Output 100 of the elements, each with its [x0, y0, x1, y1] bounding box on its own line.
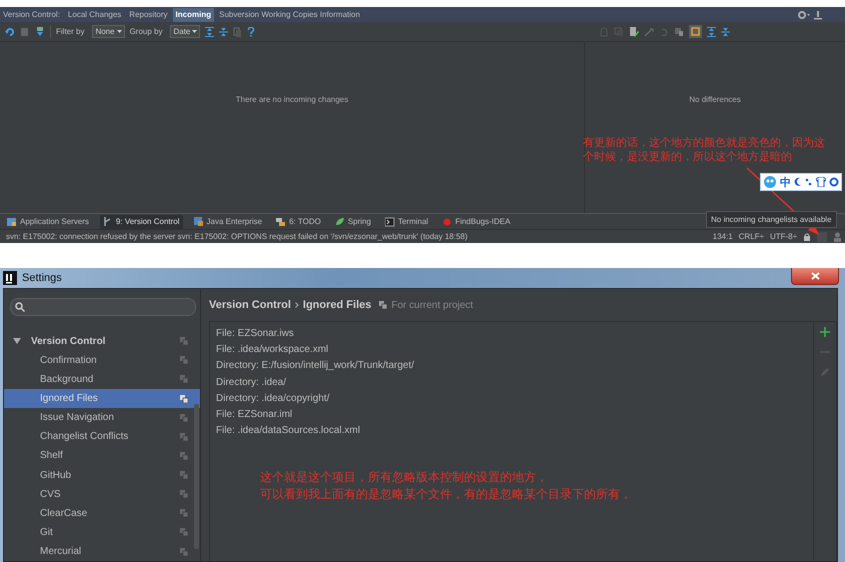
tooltip: No incoming changelists available: [706, 211, 837, 228]
panel-tab[interactable]: Subversion Working Copies Information: [216, 8, 363, 22]
tree-item[interactable]: Background: [4, 370, 200, 389]
status-item[interactable]: CRLF÷: [738, 232, 764, 241]
status-item[interactable]: 134:1: [712, 232, 733, 241]
minimize-icon[interactable]: [813, 10, 823, 20]
tree-item[interactable]: Version Control: [4, 332, 200, 351]
tool-window-tab[interactable]: 9: Version Control: [100, 214, 183, 228]
refresh-icon[interactable]: [5, 26, 15, 36]
arrow-icon[interactable]: [644, 26, 654, 36]
tree-item[interactable]: GitHub: [4, 465, 200, 485]
copy-icon: [180, 337, 188, 346]
copy-icon: [180, 509, 188, 518]
tool-window-tab[interactable]: Application Servers: [4, 214, 92, 228]
group-label: Group by: [130, 27, 162, 36]
tree-item[interactable]: ClearCase: [4, 504, 200, 523]
panel-tab[interactable]: Repository: [126, 8, 171, 22]
copy-icon: [180, 471, 188, 479]
copy-icon: [180, 375, 188, 384]
tree-item[interactable]: Confirmation: [4, 350, 200, 370]
add-icon[interactable]: [820, 327, 830, 337]
leaf-icon: [334, 216, 345, 226]
shirt-icon[interactable]: [816, 177, 826, 187]
tree-item[interactable]: CVS: [4, 484, 200, 504]
close-icon: [810, 272, 820, 280]
mascot-icon: [763, 175, 777, 189]
expand-all-icon[interactable]: [205, 26, 214, 36]
copy-icon[interactable]: [233, 26, 242, 36]
scope-label: For current project: [391, 300, 474, 310]
ignored-file-entry[interactable]: Directory: .idea/copyright/: [216, 390, 813, 407]
search-icon: [15, 302, 25, 312]
caret-icon: [192, 30, 198, 33]
ignored-file-entry[interactable]: Directory: .idea/: [216, 374, 813, 391]
breadcrumb: Ignored Files: [302, 299, 372, 311]
collapse-all-icon[interactable]: [721, 26, 730, 36]
terminal-icon: [384, 216, 395, 226]
tool-window-tab[interactable]: Spring: [332, 214, 374, 228]
tree-item[interactable]: Ignored Files: [4, 388, 200, 408]
tool-window-tab[interactable]: 6: TODO: [273, 214, 324, 228]
filter-dropdown[interactable]: None: [92, 25, 125, 38]
diff-icon[interactable]: [674, 26, 684, 36]
status-item[interactable]: UTF-8÷: [770, 232, 797, 241]
tree-item[interactable]: Git: [4, 522, 200, 542]
group-dropdown[interactable]: Date: [170, 25, 200, 38]
chevron-icon: [294, 302, 299, 308]
annotation-text: 这个就是这个项目，所有忽略版本控制的设置的地方，: [260, 469, 549, 486]
tree-item[interactable]: Shelf: [4, 446, 200, 466]
tree-item[interactable]: Issue Navigation: [4, 408, 200, 428]
status-message: svn: E175002: connection refused by the server svn: E175002: OPTIONS request failed on '/svn/ezsonar_web/trunk' (today 18:58): [6, 232, 468, 241]
breadcrumb: Version Control: [209, 299, 291, 311]
copy-icon: [379, 301, 388, 309]
annotation-text: 可以看到我上面有的是忽略某个文件，有的是忽略某个目录下的所有，: [260, 486, 633, 504]
bug-icon: [442, 216, 452, 226]
panel-tab[interactable]: Local Changes: [64, 8, 124, 22]
app-logo-icon: [3, 271, 17, 285]
annotation-text: 有更新的话，这个地方的颜色就是亮色的，因为这: [583, 136, 826, 150]
ignored-file-entry[interactable]: File: .idea/dataSources.local.xml: [216, 423, 813, 440]
toggle-icon[interactable]: [689, 25, 702, 38]
ignored-file-entry[interactable]: File: .idea/workspace.xml: [216, 342, 813, 358]
empty-message: There are no incoming changes: [236, 95, 348, 105]
expand-all-icon[interactable]: [707, 26, 716, 36]
ignored-file-entry[interactable]: File: EZSonar.iml: [216, 406, 813, 424]
search-field[interactable]: [10, 298, 196, 316]
tool-window-tab[interactable]: Java Enterprise: [190, 214, 266, 228]
cube-icon: [194, 216, 204, 226]
copy-icon: [180, 548, 188, 556]
user-icon[interactable]: [833, 232, 842, 242]
collapse-all-icon[interactable]: [219, 26, 228, 36]
ignored-file-entry[interactable]: File: EZSonar.iws: [216, 326, 813, 342]
todo-icon: [276, 216, 286, 226]
copy-icon: [180, 432, 188, 441]
annotation-text: 个时候，是没更新的，所以这个地方是暗的: [583, 150, 793, 164]
server-icon: [7, 216, 17, 226]
tool-window-tab[interactable]: FindBugs-IDEA: [439, 214, 514, 228]
close-button[interactable]: [791, 268, 839, 285]
caret-icon: [116, 30, 122, 33]
copy-icon: [180, 414, 188, 422]
tool-window-tab[interactable]: Terminal: [382, 214, 432, 228]
copy-icon: [180, 452, 188, 460]
copy-icon: [180, 394, 188, 402]
window-title: Settings: [22, 272, 62, 284]
copy-icon: [180, 490, 188, 498]
input-method-toolbar[interactable]: 中: [760, 173, 842, 191]
moon-icon[interactable]: [794, 177, 802, 187]
branch-icon: [102, 216, 113, 226]
help-icon[interactable]: [247, 26, 256, 36]
scrollbar[interactable]: [194, 404, 199, 549]
lock-icon[interactable]: [803, 232, 811, 241]
copy-icon: [180, 528, 188, 536]
download-icon[interactable]: [35, 26, 45, 36]
expanded-arrow-icon[interactable]: [13, 337, 21, 346]
ignored-file-entry[interactable]: Directory: E:/fusion/intellij_work/Trunk/target/: [216, 358, 813, 375]
punctuation-icon[interactable]: [805, 177, 813, 187]
panel-tab[interactable]: Incoming: [172, 8, 214, 22]
tree-item[interactable]: Mercurial: [4, 542, 200, 562]
edit-icon[interactable]: [629, 26, 639, 36]
tree-item[interactable]: Changelist Conflicts: [4, 427, 200, 446]
input-mode[interactable]: 中: [780, 174, 791, 190]
copy-icon: [180, 356, 188, 364]
document-icon[interactable]: [20, 26, 30, 36]
